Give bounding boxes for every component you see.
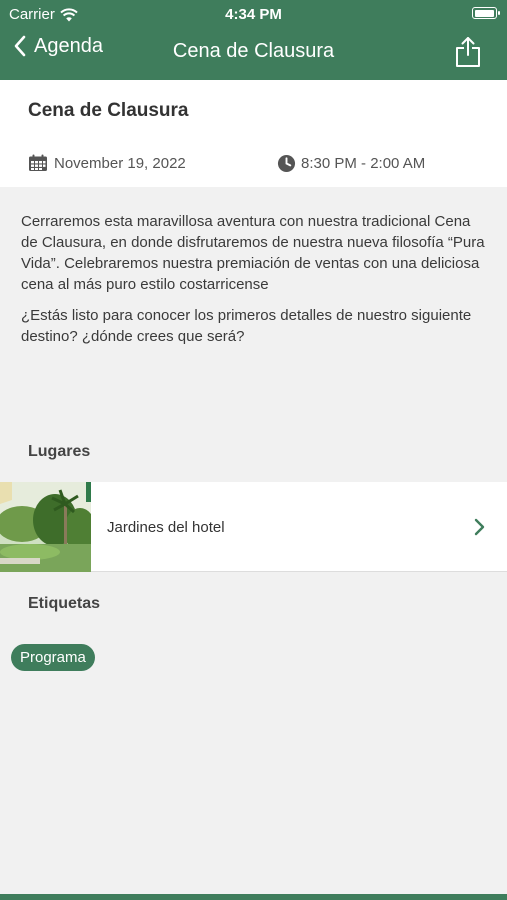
chevron-right-icon [474, 518, 485, 536]
status-bar: Carrier 4:34 PM [0, 0, 507, 28]
place-name: Jardines del hotel [107, 519, 225, 536]
event-title: Cena de Clausura [28, 100, 189, 121]
back-button[interactable]: Agenda [12, 34, 103, 58]
status-time: 4:34 PM [225, 6, 282, 23]
event-description: Cerraremos esta maravillosa aventura con… [21, 211, 487, 357]
description-paragraph: ¿Estás listo para conocer los primeros d… [21, 307, 472, 345]
battery-level [474, 9, 494, 17]
description-paragraph: Cerraremos esta maravillosa aventura con… [21, 213, 485, 293]
event-date: November 19, 2022 [28, 154, 186, 172]
place-item[interactable]: Jardines del hotel [0, 482, 507, 572]
places-heading: Lugares [28, 443, 91, 460]
share-icon[interactable] [455, 36, 481, 68]
tag-programa[interactable]: Programa [11, 644, 95, 671]
event-info-card: Cena de Clausura November 19, 2022 8:30 … [0, 80, 507, 187]
event-date-text: November 19, 2022 [54, 154, 186, 172]
garden-photo [0, 482, 91, 572]
place-thumbnail [0, 482, 91, 572]
clock-icon [277, 154, 296, 173]
battery-icon [472, 7, 500, 19]
navigation-header: Carrier 4:34 PM Agenda Cena de Clausura [0, 0, 507, 80]
bottom-bar [0, 894, 507, 900]
chevron-left-icon [14, 35, 26, 57]
calendar-icon [29, 154, 47, 171]
event-time-text: 8:30 PM - 2:00 AM [301, 155, 426, 172]
tags-heading: Etiquetas [28, 595, 101, 612]
event-time: 8:30 PM - 2:00 AM [277, 154, 425, 173]
back-label: Agenda [34, 34, 103, 57]
